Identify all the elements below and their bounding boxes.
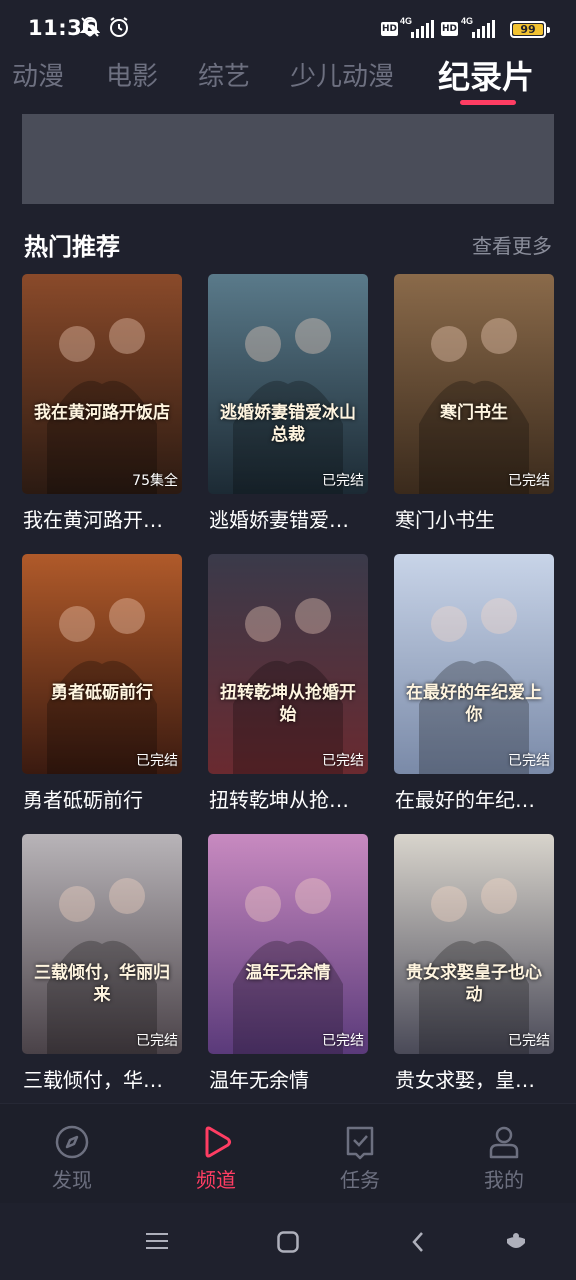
nav-channel[interactable]: 频道 [171,1124,261,1193]
poster-image[interactable]: 扭转乾坤从抢婚开始已完结 [208,554,368,774]
nav-tasks[interactable]: 任务 [315,1124,405,1193]
poster-title-art: 我在黄河路开饭店 [34,403,170,423]
tab-anime[interactable]: 动漫 [12,56,64,93]
card-title: 温年无余情 [209,1068,309,1092]
nav-profile[interactable]: 我的 [459,1124,549,1193]
battery-icon: 99 [510,21,550,38]
status-badge: 已完结 [322,753,364,769]
poster-image[interactable]: 三载倾付，华丽归来已完结 [22,834,182,1054]
bottom-nav: 发现 频道 任务 我的 [0,1103,576,1204]
task-icon [346,1126,374,1160]
svg-text:4G: 4G [400,16,412,26]
section-title: 热门推荐 [24,233,120,261]
status-badge: 已完结 [322,1033,364,1049]
poster-image[interactable]: 勇者砥砺前行已完结 [22,554,182,774]
play-icon [205,1126,231,1158]
poster-title-art: 勇者砥砺前行 [51,683,153,703]
nav-profile-label: 我的 [484,1168,524,1192]
battery-percent: 99 [520,23,536,36]
poster-image[interactable]: 贵女求娶皇子也心动已完结 [394,834,554,1054]
nav-discover[interactable]: 发现 [27,1124,117,1193]
nav-discover-label: 发现 [52,1168,92,1192]
status-bar: 11:36 HD 4G HD 4G 99 [0,0,576,60]
user-icon [489,1126,519,1159]
compass-icon [55,1125,89,1159]
category-tabs: 动漫 电影 综艺 少儿动漫 纪录片 [0,56,576,108]
see-more-link[interactable]: 查看更多 [472,230,552,259]
assistant-icon[interactable] [504,1231,528,1255]
poster-title-art: 逃婚娇妻错爱冰山总裁 [220,403,356,445]
card-title: 贵女求娶，皇… [395,1068,535,1092]
card-title: 勇者砥砺前行 [23,788,143,812]
banner-placeholder[interactable] [22,114,554,204]
active-tab-indicator [460,100,516,105]
menu-icon[interactable] [146,1231,168,1251]
card-title: 逃婚娇妻错爱… [209,508,349,532]
nav-channel-label: 频道 [196,1168,236,1192]
poster-title-art: 寒门书生 [440,403,508,423]
status-badge: 75集全 [132,473,178,489]
back-icon[interactable] [410,1231,426,1253]
tab-documentary[interactable]: 纪录片 [438,52,534,98]
poster-image[interactable]: 逃婚娇妻错爱冰山总裁已完结 [208,274,368,494]
hd-badge-2: HD [441,22,458,36]
poster-image[interactable]: 在最好的年纪爱上你已完结 [394,554,554,774]
poster-title-art: 贵女求娶皇子也心动 [406,963,542,1005]
status-badge: 已完结 [508,1033,550,1049]
poster-image[interactable]: 寒门书生已完结 [394,274,554,494]
card-title: 三载倾付，华… [23,1068,163,1092]
system-nav-bar [0,1203,576,1280]
status-badge: 已完结 [136,753,178,769]
status-badge: 已完结 [508,473,550,489]
card-title: 在最好的年纪… [395,788,535,812]
poster-title-art: 在最好的年纪爱上你 [406,683,542,725]
alarm-icon [110,17,128,37]
signal-icon-2: 4G [461,16,495,38]
tab-kids-anime[interactable]: 少儿动漫 [290,56,394,93]
svg-text:4G: 4G [461,16,473,26]
poster-image[interactable]: 我在黄河路开饭店 75集全 [22,274,182,494]
card-title: 我在黄河路开… [23,508,163,532]
home-icon[interactable] [277,1231,299,1253]
poster-title-art: 扭转乾坤从抢婚开始 [220,683,356,725]
poster-title-art: 三载倾付，华丽归来 [34,963,170,1005]
hd-badge-1: HD [381,22,398,36]
tab-movies[interactable]: 电影 [106,56,158,93]
tab-variety[interactable]: 综艺 [198,56,250,93]
card-title: 扭转乾坤从抢… [209,788,349,812]
poster-title-art: 温年无余情 [245,963,331,983]
card-title: 寒门小书生 [395,508,495,532]
signal-icon-1: 4G [400,16,434,38]
mute-bell-icon [80,16,100,37]
status-badge: 已完结 [136,1033,178,1049]
poster-image[interactable]: 温年无余情已完结 [208,834,368,1054]
status-badge: 已完结 [508,753,550,769]
nav-tasks-label: 任务 [340,1168,380,1192]
status-badge: 已完结 [322,473,364,489]
